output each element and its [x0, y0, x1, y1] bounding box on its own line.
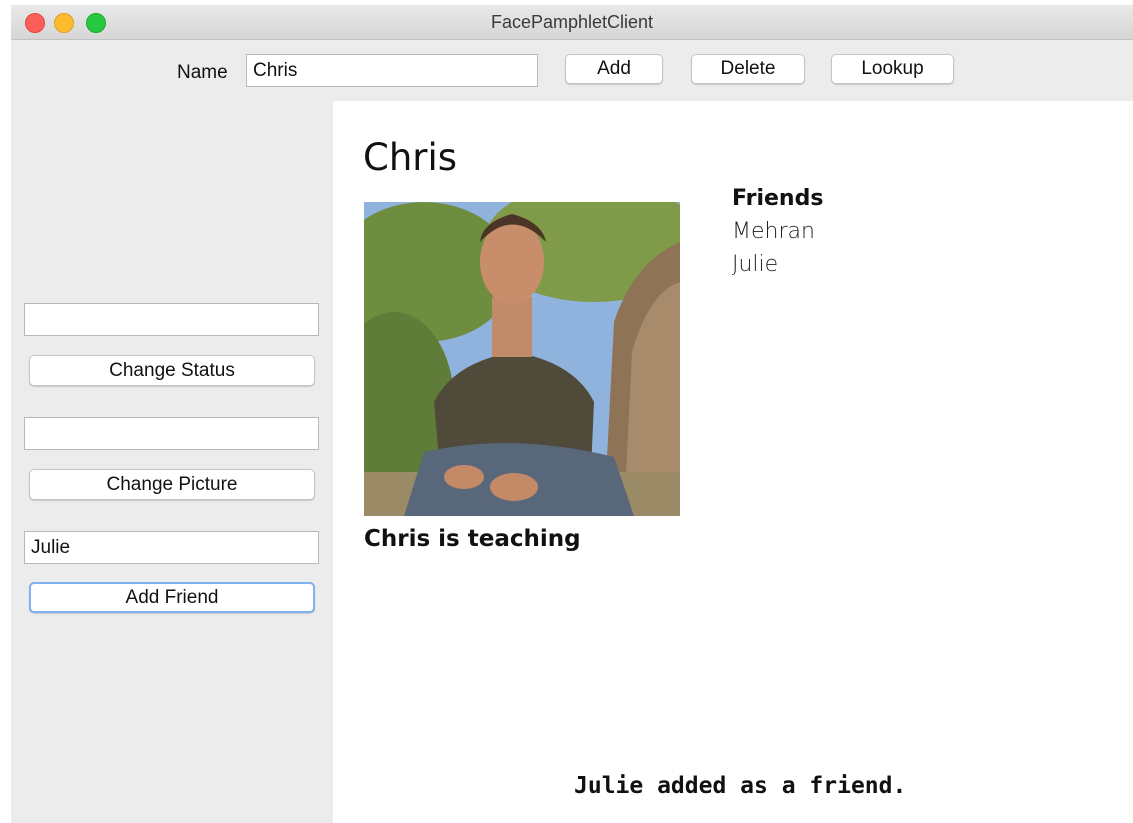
profile-photo-image: [364, 202, 680, 516]
friend-input[interactable]: Julie: [24, 531, 319, 564]
profile-name: Chris: [363, 136, 458, 179]
window-title: FacePamphletClient: [490, 12, 654, 32]
picture-input[interactable]: [24, 417, 319, 450]
friend-item: Julie: [732, 252, 779, 277]
title-bar[interactable]: FacePamphletClient: [11, 5, 1133, 40]
add-button[interactable]: Add: [565, 54, 663, 84]
add-friend-button[interactable]: Add Friend: [29, 582, 315, 613]
change-status-button[interactable]: Change Status: [29, 355, 315, 386]
toolbar: Name Chris Add Delete Lookup: [11, 40, 1133, 101]
friends-heading: Friends: [732, 186, 824, 211]
change-picture-button[interactable]: Change Picture: [29, 469, 315, 500]
profile-canvas: Chris Chris is teaching Friends Mehran J…: [333, 101, 1133, 823]
status-text: Chris is teaching: [364, 526, 581, 552]
delete-button[interactable]: Delete: [691, 54, 805, 84]
status-message: Julie added as a friend.: [574, 773, 907, 799]
name-input[interactable]: Chris: [246, 54, 538, 87]
profile-photo: [364, 202, 680, 516]
friend-item: Mehran: [732, 219, 815, 244]
name-label: Name: [177, 62, 228, 83]
sidebar: Change Status Change Picture Julie Add F…: [11, 101, 333, 823]
status-input[interactable]: [24, 303, 319, 336]
lookup-button[interactable]: Lookup: [831, 54, 954, 84]
app-window: FacePamphletClient Name Chris Add Delete…: [11, 5, 1133, 823]
